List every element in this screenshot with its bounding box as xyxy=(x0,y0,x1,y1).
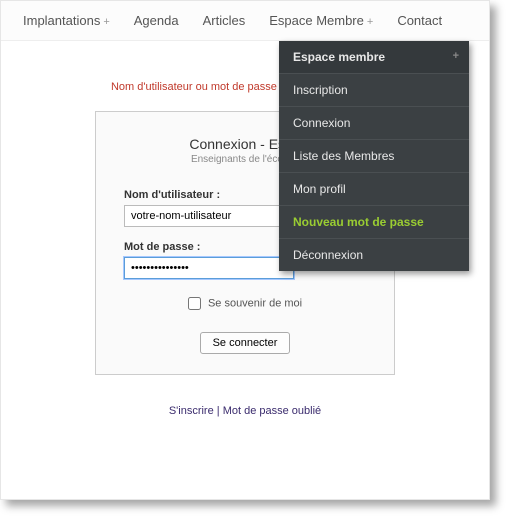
nav-agenda[interactable]: Agenda xyxy=(122,13,191,28)
nav-label: Espace Membre xyxy=(269,13,364,28)
espace-membre-dropdown: Espace membre + Inscription Connexion Li… xyxy=(279,41,469,271)
top-nav: Implantations+ Agenda Articles Espace Me… xyxy=(1,1,489,41)
signup-link[interactable]: S'inscrire xyxy=(169,405,214,417)
forgot-link[interactable]: Mot de passe oublié xyxy=(223,405,321,417)
remember-row: Se souvenir de moi xyxy=(124,297,366,310)
nav-contact[interactable]: Contact xyxy=(385,13,454,28)
plus-icon: + xyxy=(453,50,459,62)
dropdown-item-connexion[interactable]: Connexion xyxy=(279,107,469,140)
nav-espace-membre[interactable]: Espace Membre+ xyxy=(257,13,385,28)
footer-links: S'inscrire | Mot de passe oublié xyxy=(1,405,489,417)
dropdown-item-deconnexion[interactable]: Déconnexion xyxy=(279,239,469,271)
remember-checkbox[interactable] xyxy=(188,297,201,310)
dropdown-item-mon-profil[interactable]: Mon profil xyxy=(279,173,469,206)
dropdown-item-liste-membres[interactable]: Liste des Membres xyxy=(279,140,469,173)
dropdown-item-nouveau-mdp[interactable]: Nouveau mot de passe xyxy=(279,206,469,239)
dropdown-header[interactable]: Espace membre + xyxy=(279,41,469,74)
nav-label: Implantations xyxy=(23,13,100,28)
username-input[interactable] xyxy=(124,205,294,227)
plus-icon: + xyxy=(367,16,373,28)
footer-sep: | xyxy=(214,405,223,417)
dropdown-item-inscription[interactable]: Inscription xyxy=(279,74,469,107)
password-input[interactable] xyxy=(124,257,294,279)
dropdown-header-label: Espace membre xyxy=(293,50,385,64)
nav-implantations[interactable]: Implantations+ xyxy=(11,13,122,28)
app-window: Implantations+ Agenda Articles Espace Me… xyxy=(0,0,490,500)
nav-articles[interactable]: Articles xyxy=(191,13,258,28)
remember-label: Se souvenir de moi xyxy=(208,297,302,309)
plus-icon: + xyxy=(103,16,109,28)
submit-button[interactable]: Se connecter xyxy=(200,332,291,354)
